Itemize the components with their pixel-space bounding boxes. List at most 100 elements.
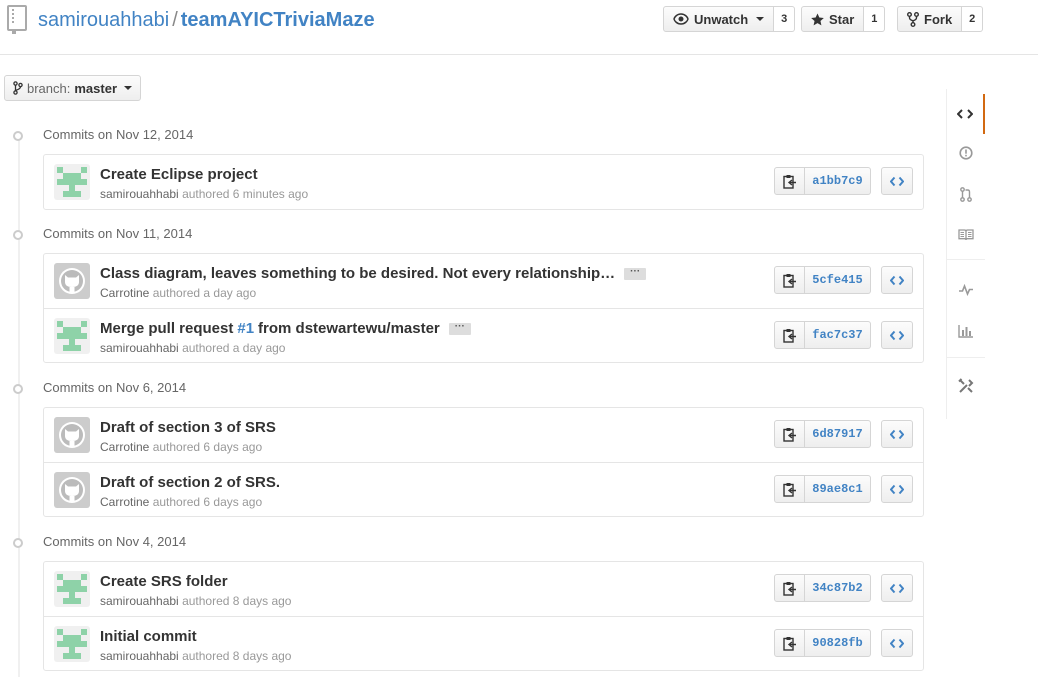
copy-sha-button[interactable] (774, 321, 805, 349)
code-icon (890, 638, 904, 649)
copy-sha-button[interactable] (774, 167, 805, 195)
commit-group-icon (10, 227, 28, 240)
commit-title: Merge pull request #1 from dstewartewu/mas… (100, 320, 471, 337)
commit-row: Class diagram, leaves something to be de… (44, 254, 923, 308)
identicon-avatar[interactable] (54, 571, 90, 607)
commit-author-link[interactable]: samirouahhabi (100, 187, 179, 201)
repo-owner-link[interactable]: samirouahhabi (38, 9, 169, 31)
fork-group: Fork 2 (897, 6, 984, 32)
code-icon (957, 109, 973, 119)
commit-message-link[interactable]: Create SRS folder (100, 573, 228, 590)
repo-side-nav (946, 89, 985, 419)
commit-sha-link[interactable]: 34c87b2 (805, 574, 871, 602)
copy-sha-button[interactable] (774, 629, 805, 657)
copy-sha-button[interactable] (774, 266, 805, 294)
nav-graphs[interactable] (947, 311, 985, 351)
identicon-avatar[interactable] (54, 626, 90, 662)
commit-title: Draft of section 2 of SRS. (100, 474, 280, 491)
browse-code-button[interactable] (881, 167, 913, 195)
watchers-count[interactable]: 3 (774, 6, 796, 32)
chevron-down-icon (124, 86, 133, 90)
commit-group-header: Commits on Nov 6, 2014 (10, 377, 186, 397)
octocat-avatar[interactable] (54, 417, 90, 453)
fork-label: Fork (924, 11, 953, 27)
expand-message-button[interactable]: ··· (624, 266, 647, 280)
commit-sha-link[interactable]: fac7c37 (805, 321, 871, 349)
browse-code-button[interactable] (881, 420, 913, 448)
repo-name-link[interactable]: teamAYICTriviaMaze (181, 9, 375, 31)
unwatch-button[interactable]: Unwatch (663, 6, 775, 32)
pulse-icon (959, 284, 973, 296)
commit-sha-link[interactable]: a1bb7c9 (805, 167, 871, 195)
graphs-icon (958, 325, 973, 338)
expand-message-button[interactable]: ··· (448, 321, 471, 335)
commit-author-link[interactable]: samirouahhabi (100, 649, 179, 663)
identicon-avatar[interactable] (54, 318, 90, 354)
commit-time: authored 6 days ago (152, 495, 263, 509)
browse-code-button[interactable] (881, 321, 913, 349)
commit-sha-link[interactable]: 6d87917 (805, 420, 871, 448)
stargazers-count[interactable]: 1 (864, 6, 886, 32)
fork-icon (907, 11, 919, 27)
settings-icon (958, 378, 974, 393)
browse-code-button[interactable] (881, 266, 913, 294)
branch-name: master (74, 80, 118, 96)
branch-selector[interactable]: branch: master (4, 75, 141, 101)
clipboard-icon (782, 328, 797, 343)
commit-meta: Carrotine authored a day ago (100, 286, 256, 300)
star-button[interactable]: Star (801, 6, 865, 32)
commit-row: Draft of section 3 of SRS Carrotine autho… (44, 408, 923, 462)
nav-pulse[interactable] (947, 270, 985, 310)
code-icon (890, 330, 904, 341)
nav-settings[interactable] (947, 366, 985, 406)
sha-group: 34c87b2 (774, 574, 871, 602)
commit-author-link[interactable]: samirouahhabi (100, 341, 179, 355)
nav-code[interactable] (947, 94, 985, 134)
forks-count[interactable]: 2 (962, 6, 984, 32)
commit-message-link[interactable]: Merge pull request (100, 320, 233, 337)
commit-message-link[interactable]: Create Eclipse project (100, 166, 258, 183)
browse-code-button[interactable] (881, 475, 913, 503)
commit-time: authored 8 days ago (182, 649, 292, 663)
wiki-icon (958, 229, 974, 241)
commit-message-link[interactable]: Draft of section 2 of SRS. (100, 474, 280, 491)
sha-group: fac7c37 (774, 321, 871, 349)
commit-row: Draft of section 2 of SRS. Carrotine auth… (44, 462, 923, 516)
commit-meta: samirouahhabi authored a day ago (100, 341, 285, 355)
code-icon (890, 275, 904, 286)
commit-time: authored 6 days ago (152, 440, 263, 454)
sha-group: 89ae8c1 (774, 475, 871, 503)
issue-link[interactable]: #1 (237, 320, 254, 337)
code-icon (890, 176, 904, 187)
commit-author-link[interactable]: samirouahhabi (100, 594, 179, 608)
browse-code-button[interactable] (881, 574, 913, 602)
nav-pull-requests[interactable] (947, 174, 985, 214)
commit-time: authored 6 minutes ago (182, 187, 309, 201)
commit-sha-link[interactable]: 5cfe415 (805, 266, 871, 294)
chevron-down-icon (756, 17, 765, 21)
octocat-avatar[interactable] (54, 472, 90, 508)
fork-button[interactable]: Fork (897, 6, 963, 32)
browse-code-button[interactable] (881, 629, 913, 657)
octocat-avatar[interactable] (54, 263, 90, 299)
commit-row: Merge pull request #1 from dstewartewu/mas… (44, 308, 923, 362)
commit-author-link[interactable]: Carrotine (100, 495, 149, 509)
commit-group: Create SRS folder samirouahhabi authored … (43, 561, 924, 671)
commit-author-link[interactable]: Carrotine (100, 440, 149, 454)
copy-sha-button[interactable] (774, 574, 805, 602)
commit-author-link[interactable]: Carrotine (100, 286, 149, 300)
nav-issues[interactable] (947, 133, 985, 173)
commit-group-icon (10, 535, 28, 548)
commit-message-link[interactable]: Draft of section 3 of SRS (100, 419, 276, 436)
nav-wiki[interactable] (947, 215, 985, 255)
commit-sha-link[interactable]: 89ae8c1 (805, 475, 871, 503)
copy-sha-button[interactable] (774, 420, 805, 448)
commit-message-link[interactable]: Initial commit (100, 628, 197, 645)
identicon-avatar[interactable] (54, 164, 90, 200)
commit-message-link[interactable]: Class diagram, leaves something to be de… (100, 265, 615, 282)
commit-sha-link[interactable]: 90828fb (805, 629, 871, 657)
copy-sha-button[interactable] (774, 475, 805, 503)
commit-message-link[interactable]: from dstewartewu/master (258, 320, 440, 337)
sha-group: 6d87917 (774, 420, 871, 448)
commit-group: Create Eclipse project samirouahhabi auth… (43, 154, 924, 210)
